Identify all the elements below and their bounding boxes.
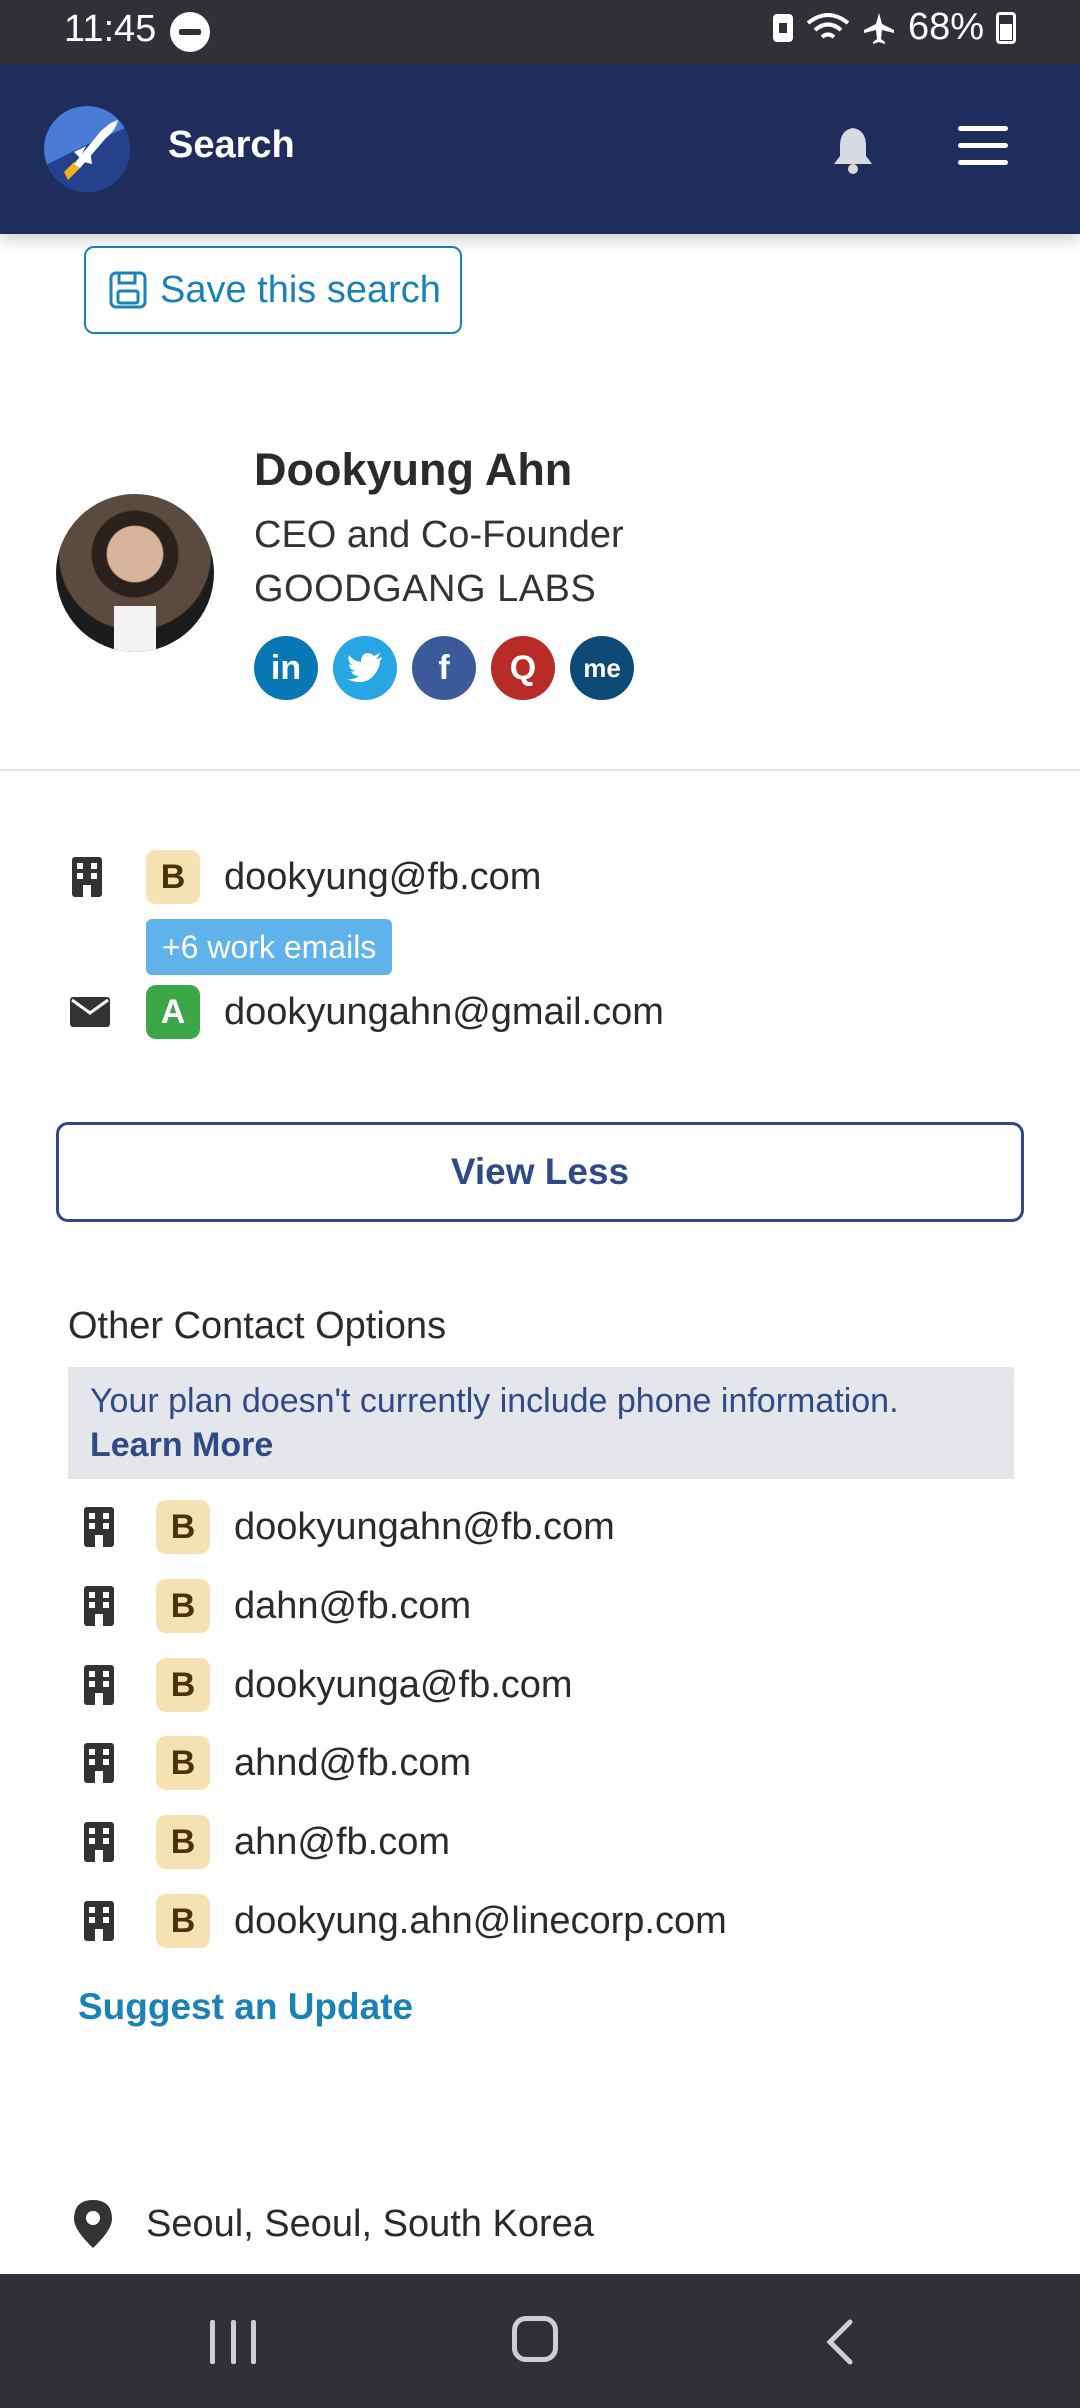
- rocket-logo-icon[interactable]: [44, 106, 130, 192]
- linkedin-icon[interactable]: in: [254, 636, 318, 700]
- status-bar: 11:45 68%: [0, 0, 1080, 64]
- system-nav-bar: [0, 2274, 1080, 2408]
- building-icon: [84, 1586, 114, 1626]
- airplane-mode-icon: [863, 12, 894, 44]
- grade-badge: B: [156, 1815, 210, 1869]
- avatar: [56, 494, 214, 652]
- building-icon: [72, 857, 102, 897]
- personal-email-row: A dookyungahn@gmail.com: [70, 985, 664, 1039]
- floppy-disk-icon: [109, 271, 147, 309]
- list-item: B dookyungahn@fb.com: [84, 1500, 615, 1554]
- social-links: in f Q me: [254, 636, 634, 700]
- email-address[interactable]: dookyung@fb.com: [224, 856, 541, 899]
- hamburger-menu-icon[interactable]: [958, 126, 1008, 170]
- building-icon: [84, 1665, 114, 1705]
- home-icon[interactable]: [512, 2316, 558, 2362]
- primary-work-email-row: B dookyung@fb.com: [72, 850, 541, 904]
- battery-icon: [996, 11, 1016, 44]
- map-pin-icon: [74, 2200, 112, 2248]
- other-contact-heading: Other Contact Options: [68, 1305, 447, 1347]
- wifi-icon: [806, 12, 850, 39]
- email-address[interactable]: dookyunga@fb.com: [234, 1664, 573, 1707]
- app-bar: Search: [0, 64, 1080, 234]
- aboutme-icon[interactable]: me: [570, 636, 634, 700]
- facebook-icon[interactable]: f: [412, 636, 476, 700]
- grade-badge: B: [156, 1500, 210, 1554]
- location-text: Seoul, Seoul, South Korea: [146, 2202, 594, 2245]
- email-address[interactable]: dahn@fb.com: [234, 1585, 471, 1628]
- email-address[interactable]: dookyungahn@gmail.com: [224, 991, 664, 1034]
- grade-badge: B: [156, 1894, 210, 1948]
- learn-more-link[interactable]: Learn More: [90, 1426, 273, 1464]
- save-search-label: Save this search: [160, 268, 441, 311]
- grade-badge: B: [156, 1579, 210, 1633]
- status-indicators: 68%: [772, 6, 1016, 49]
- building-icon: [84, 1743, 114, 1783]
- list-item: B ahnd@fb.com: [84, 1736, 471, 1790]
- list-item: B dookyung.ahn@linecorp.com: [84, 1894, 727, 1948]
- profile-company: GOODGANG LABS: [254, 568, 597, 610]
- bell-icon[interactable]: [826, 122, 880, 176]
- list-item: B ahn@fb.com: [84, 1815, 450, 1869]
- do-not-disturb-icon: [170, 12, 210, 52]
- grade-badge: B: [156, 1736, 210, 1790]
- view-less-button[interactable]: View Less: [56, 1122, 1024, 1222]
- app-title: Search: [168, 124, 295, 166]
- list-item: B dahn@fb.com: [84, 1579, 471, 1633]
- email-address[interactable]: ahnd@fb.com: [234, 1742, 471, 1785]
- plan-notice: Your plan doesn't currently include phon…: [68, 1367, 1014, 1479]
- building-icon: [84, 1507, 114, 1547]
- list-item: B dookyunga@fb.com: [84, 1658, 573, 1712]
- recent-apps-icon[interactable]: [210, 2320, 256, 2364]
- profile-title: CEO and Co-Founder: [254, 514, 624, 556]
- plan-notice-text: Your plan doesn't currently include phon…: [90, 1382, 899, 1420]
- email-address[interactable]: dookyungahn@fb.com: [234, 1506, 615, 1549]
- status-time: 11:45: [64, 8, 157, 50]
- battery-percent: 68%: [907, 6, 984, 48]
- back-icon[interactable]: [820, 2318, 860, 2366]
- quora-icon[interactable]: Q: [491, 636, 555, 700]
- section-divider: [0, 769, 1080, 771]
- suggest-update-link[interactable]: Suggest an Update: [78, 1986, 413, 2028]
- building-icon: [84, 1822, 114, 1862]
- location-row: Seoul, Seoul, South Korea: [74, 2200, 594, 2248]
- grade-badge: A: [146, 985, 200, 1039]
- email-address[interactable]: dookyung.ahn@linecorp.com: [234, 1900, 727, 1943]
- building-icon: [84, 1901, 114, 1941]
- envelope-icon: [70, 997, 110, 1027]
- twitter-icon[interactable]: [333, 636, 397, 700]
- save-search-button[interactable]: Save this search: [84, 246, 462, 334]
- grade-badge: B: [146, 850, 200, 904]
- grade-badge: B: [156, 1658, 210, 1712]
- email-address[interactable]: ahn@fb.com: [234, 1821, 450, 1864]
- profile-name: Dookyung Ahn: [254, 444, 573, 495]
- sim-icon: [772, 13, 793, 42]
- more-work-emails-button[interactable]: +6 work emails: [146, 919, 393, 975]
